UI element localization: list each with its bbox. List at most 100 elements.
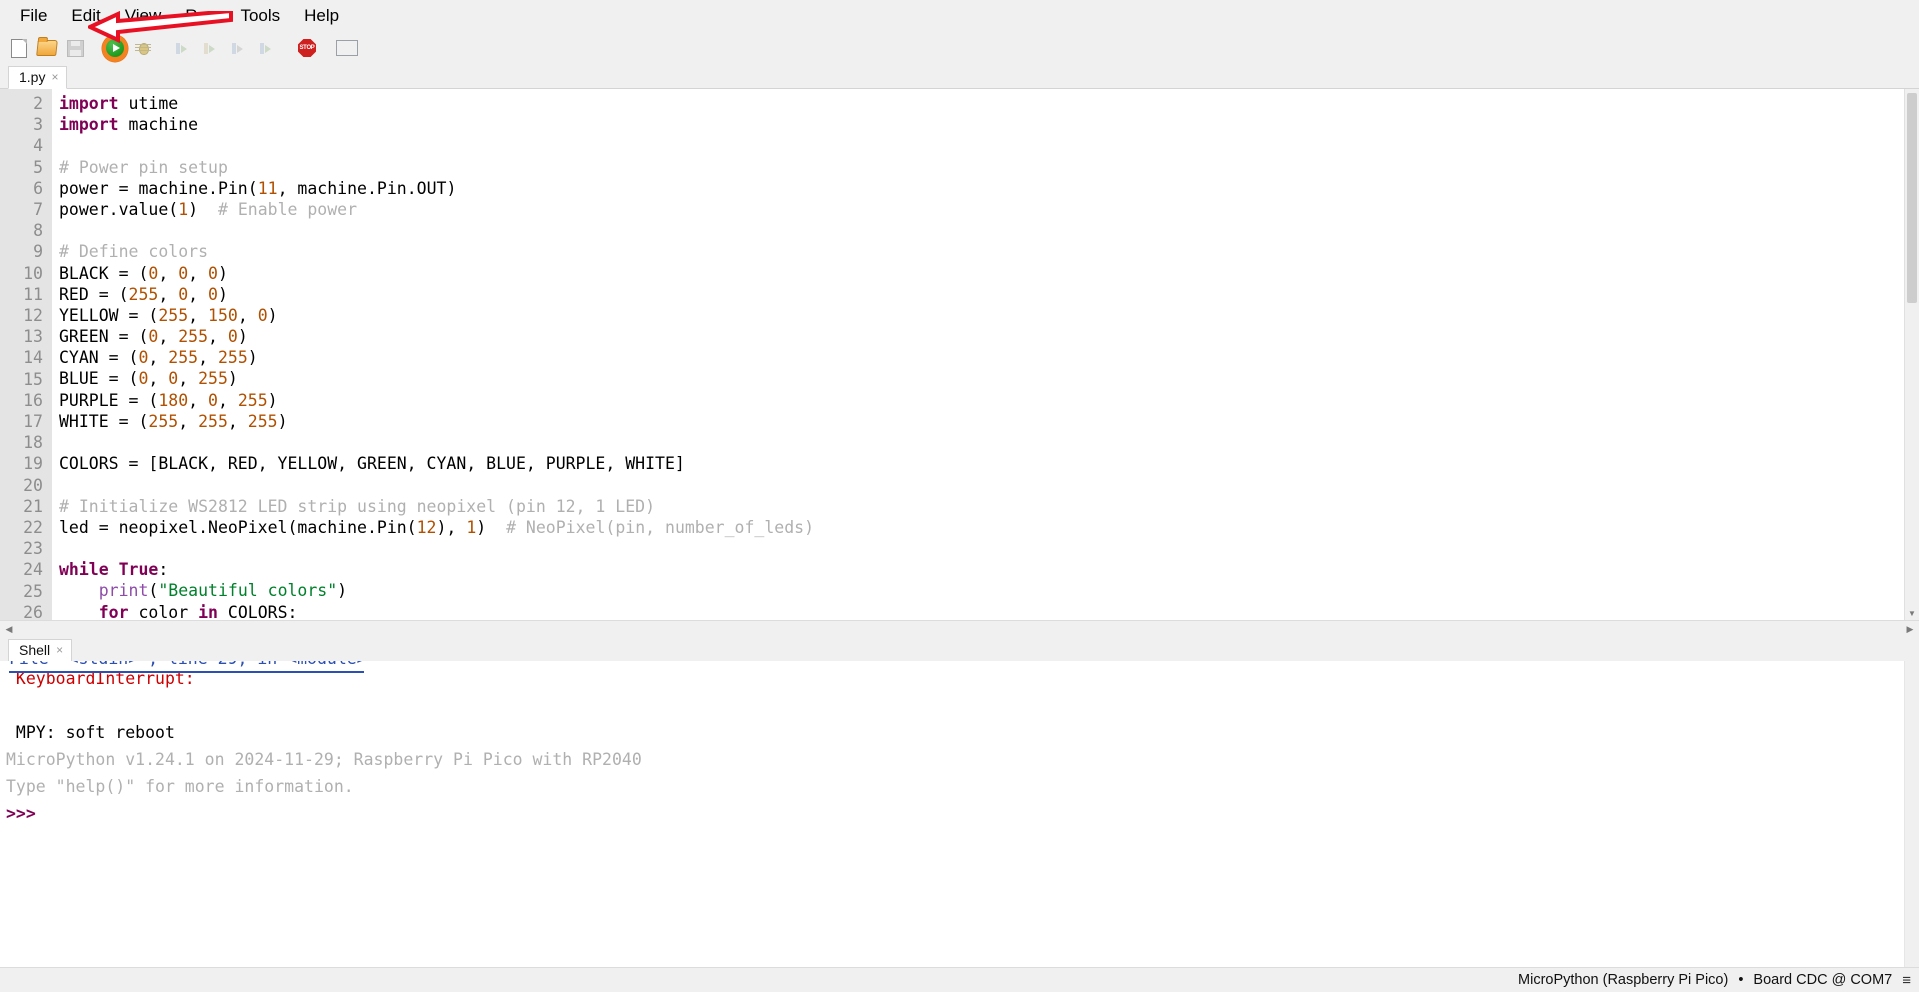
- code-line[interactable]: CYAN = (0, 255, 255): [59, 347, 1919, 368]
- step-out-button[interactable]: [226, 35, 252, 61]
- debug-button[interactable]: [130, 35, 156, 61]
- code-line[interactable]: # Define colors: [59, 241, 1919, 262]
- code-line[interactable]: [59, 135, 1919, 156]
- code-token: 180: [158, 390, 189, 410]
- editor-horizontal-scrollbar[interactable]: ◀ ▶: [0, 620, 1919, 638]
- code-line[interactable]: RED = (255, 0, 0): [59, 284, 1919, 305]
- scroll-down-icon[interactable]: ▼: [1905, 606, 1919, 620]
- code-token: 255: [217, 348, 248, 368]
- menu-item-tools[interactable]: Tools: [228, 3, 292, 29]
- code-token: GREEN = (: [59, 327, 149, 347]
- code-line[interactable]: [59, 538, 1919, 559]
- code-token: # Define colors: [59, 242, 209, 262]
- code-token: 255: [237, 390, 268, 410]
- menu-item-view[interactable]: View: [113, 3, 174, 29]
- code-token: YELLOW = (: [59, 305, 159, 325]
- code-line[interactable]: # Initialize WS2812 LED strip using neop…: [59, 496, 1919, 517]
- new-file-icon: [11, 38, 27, 58]
- status-interpreter[interactable]: MicroPython (Raspberry Pi Pico): [1518, 972, 1728, 988]
- code-text-area[interactable]: import utime import machine # Power pin s…: [52, 89, 1919, 620]
- code-line[interactable]: [59, 474, 1919, 495]
- shell-vertical-scrollbar[interactable]: [1904, 661, 1919, 967]
- editor-vertical-scrollbar[interactable]: ▲ ▼: [1904, 89, 1919, 620]
- code-line[interactable]: WHITE = (255, 255, 255): [59, 411, 1919, 432]
- code-line[interactable]: power.value(1) # Enable power: [59, 199, 1919, 220]
- code-line[interactable]: power = machine.Pin(11, machine.Pin.OUT): [59, 178, 1919, 199]
- menu-item-file[interactable]: File: [8, 3, 59, 29]
- code-token: ,: [188, 305, 209, 325]
- code-line[interactable]: # Power pin setup: [59, 157, 1919, 178]
- code-line[interactable]: import utime: [59, 93, 1919, 114]
- shell-line: >>>: [6, 804, 36, 823]
- code-line[interactable]: while True:: [59, 559, 1919, 580]
- scroll-right-icon[interactable]: ▶: [1904, 624, 1916, 635]
- status-port[interactable]: Board CDC @ COM7: [1753, 972, 1892, 988]
- menu-item-help[interactable]: Help: [292, 3, 351, 29]
- scroll-left-icon[interactable]: ◀: [3, 624, 15, 635]
- code-token: ,: [188, 390, 209, 410]
- hamburger-menu-icon[interactable]: ≡: [1902, 972, 1911, 989]
- shell-tab-bar: Shell ×: [0, 638, 1919, 662]
- line-number: 4: [33, 136, 43, 156]
- ukraine-flag-button[interactable]: [334, 35, 360, 61]
- step-into-button[interactable]: [198, 35, 224, 61]
- stop-button[interactable]: STOP: [294, 35, 320, 61]
- code-token: ,: [178, 411, 199, 431]
- close-icon[interactable]: ×: [56, 644, 63, 656]
- code-line[interactable]: import machine: [59, 114, 1919, 135]
- resume-button[interactable]: [254, 35, 280, 61]
- step-over-button[interactable]: [170, 35, 196, 61]
- code-line[interactable]: BLACK = (0, 0, 0): [59, 263, 1919, 284]
- code-token: for: [98, 602, 129, 621]
- shell-output-panel[interactable]: File "<stdin>", line 29, in <module> Key…: [0, 661, 1919, 967]
- shell-tab[interactable]: Shell ×: [8, 639, 73, 662]
- code-token: in: [198, 602, 218, 621]
- code-token: RED = (: [59, 284, 129, 304]
- code-token: ,: [148, 369, 169, 389]
- code-token: ,: [148, 348, 169, 368]
- close-icon[interactable]: ×: [51, 71, 58, 83]
- editor-tab-1py[interactable]: 1.py ×: [8, 66, 68, 89]
- code-token: 150: [208, 305, 238, 325]
- code-token: import: [59, 94, 119, 113]
- code-token: 255: [168, 348, 199, 368]
- line-number: 21: [23, 496, 43, 516]
- line-number: 2: [33, 94, 43, 113]
- menu-item-run[interactable]: Run: [173, 3, 228, 29]
- code-token: ): [337, 581, 348, 601]
- shell-line: MicroPython v1.24.1 on 2024-11-29; Raspb…: [6, 750, 642, 769]
- code-line[interactable]: COLORS = [BLACK, RED, YELLOW, GREEN, CYA…: [59, 453, 1919, 474]
- traceback-link[interactable]: File "<stdin>", line 29, in <module>: [9, 661, 364, 673]
- open-file-button[interactable]: [34, 35, 60, 61]
- shell-lines: KeyboardInterrupt: MPY: soft reboot Micro…: [0, 665, 1919, 827]
- line-number: 9: [33, 242, 43, 262]
- code-token: ): [217, 284, 228, 304]
- line-number: 25: [23, 581, 43, 601]
- menu-item-edit[interactable]: Edit: [59, 3, 112, 29]
- code-line[interactable]: PURPLE = (180, 0, 255): [59, 390, 1919, 411]
- code-token: 0: [148, 327, 159, 347]
- code-line[interactable]: print("Beautiful colors"): [59, 580, 1919, 601]
- code-token: PURPLE = (: [59, 390, 159, 410]
- code-line[interactable]: [59, 432, 1919, 453]
- code-line[interactable]: GREEN = (0, 255, 0): [59, 326, 1919, 347]
- code-token: ,: [178, 369, 199, 389]
- traceback-link-text: File "<stdin>", line 29, in <module>: [9, 661, 364, 668]
- code-token: ,: [227, 411, 248, 431]
- shell-line: MPY: soft reboot: [6, 723, 175, 742]
- save-file-button[interactable]: [62, 35, 88, 61]
- code-token: machine: [118, 115, 199, 135]
- code-editor[interactable]: 2 3 4 5 6 7 8 9 10 11 12 13 14 15 16 17 18 19 20 21 22 23 24 25…: [0, 89, 1919, 620]
- code-line[interactable]: [59, 220, 1919, 241]
- code-line[interactable]: for color in COLORS:: [59, 602, 1919, 621]
- new-file-button[interactable]: [6, 35, 32, 61]
- run-button[interactable]: [102, 34, 128, 62]
- code-line[interactable]: YELLOW = (255, 150, 0): [59, 305, 1919, 326]
- code-token: BLUE = (: [59, 369, 139, 389]
- code-token: power = machine.Pin(: [59, 178, 258, 198]
- code-line[interactable]: led = neopixel.NeoPixel(machine.Pin(12),…: [59, 517, 1919, 538]
- code-line[interactable]: BLUE = (0, 0, 255): [59, 368, 1919, 389]
- code-token: # Initialize WS2812 LED strip using neop…: [59, 496, 656, 516]
- editor-scroll-thumb[interactable]: [1907, 93, 1917, 303]
- line-number: 5: [33, 157, 43, 177]
